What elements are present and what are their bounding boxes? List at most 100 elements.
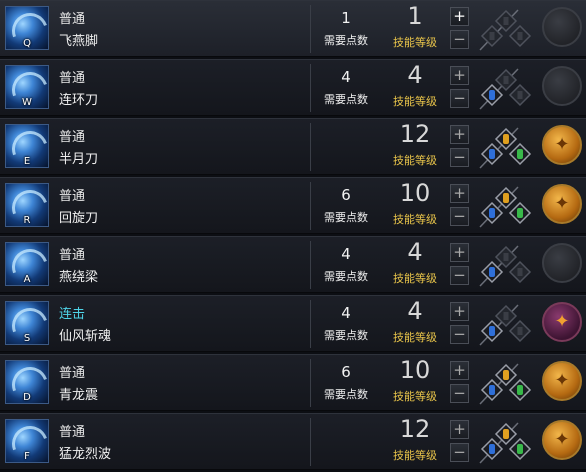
rune-2-icon[interactable] xyxy=(508,142,532,166)
skill-level-label: 技能等级 xyxy=(393,390,437,403)
skill-icon-banyuedao[interactable]: E xyxy=(5,124,49,168)
required-points: 4 xyxy=(341,304,351,322)
hotkey-label: E xyxy=(23,156,31,167)
special-slot[interactable]: ✦ xyxy=(542,184,582,224)
hotkey-label: Q xyxy=(23,38,31,49)
skill-type: 普通 xyxy=(59,71,86,86)
increase-level-button[interactable]: + xyxy=(450,361,469,380)
required-points-label: 需要点数 xyxy=(324,34,368,47)
required-points-label: 需要点数 xyxy=(324,211,368,224)
rune-selector[interactable] xyxy=(474,6,538,54)
skill-icon-feiyanjiao[interactable]: Q xyxy=(5,6,49,50)
required-points-label: 需要点数 xyxy=(324,93,368,106)
hotkey-label: A xyxy=(23,274,31,285)
skill-level-label: 技能等级 xyxy=(393,36,437,49)
skill-level-label: 技能等级 xyxy=(393,154,437,167)
rune-2-icon[interactable] xyxy=(508,378,532,402)
increase-level-button[interactable]: + xyxy=(450,66,469,85)
skill-icon-menglonglie[interactable]: F xyxy=(5,419,49,463)
skill-level: 12 xyxy=(399,415,431,443)
rune-path-line xyxy=(479,9,519,51)
increase-level-button[interactable]: + xyxy=(450,243,469,262)
rune-3-icon[interactable] xyxy=(494,186,518,210)
required-points: 6 xyxy=(341,363,351,381)
special-slot[interactable]: ✦ xyxy=(542,420,582,460)
increase-level-button[interactable]: + xyxy=(450,7,469,26)
rune-selector[interactable] xyxy=(474,124,538,172)
skill-row: W 普通 连环刀 4 需要点数 4 技能等级 + − xyxy=(0,59,586,116)
special-slot[interactable]: ✦ xyxy=(542,361,582,401)
rune-3-icon[interactable] xyxy=(494,9,518,33)
decrease-level-button[interactable]: − xyxy=(450,207,469,226)
required-points: 1 xyxy=(341,9,351,27)
skill-row: R 普通 回旋刀 6 需要点数 10 技能等级 + − ✦ xyxy=(0,177,586,234)
rune-2-icon[interactable] xyxy=(508,437,532,461)
decrease-level-button[interactable]: − xyxy=(450,148,469,167)
decrease-level-button[interactable]: − xyxy=(450,384,469,403)
increase-level-button[interactable]: + xyxy=(450,184,469,203)
rune-3-icon[interactable] xyxy=(494,422,518,446)
increase-level-button[interactable]: + xyxy=(450,420,469,439)
rune-selector[interactable] xyxy=(474,301,538,349)
skill-level-label: 技能等级 xyxy=(393,449,437,462)
column-divider xyxy=(310,359,311,407)
skill-row: D 普通 青龙震 6 需要点数 10 技能等级 + − ✦ xyxy=(0,354,586,411)
skill-level-label: 技能等级 xyxy=(393,331,437,344)
rune-path-line xyxy=(479,68,519,110)
rune-selector[interactable] xyxy=(474,419,538,467)
skill-icon-qinglongzhen[interactable]: D xyxy=(5,360,49,404)
special-slot[interactable] xyxy=(542,243,582,283)
skill-icon-huixuandao[interactable]: R xyxy=(5,183,49,227)
rune-3-icon[interactable] xyxy=(494,68,518,92)
decrease-level-button[interactable]: − xyxy=(450,30,469,49)
rune-2-icon[interactable] xyxy=(508,24,532,48)
skill-type: 普通 xyxy=(59,189,86,204)
required-points: 4 xyxy=(341,245,351,263)
rune-2-icon[interactable] xyxy=(508,260,532,284)
skill-type: 普通 xyxy=(59,366,86,381)
rune-3-icon[interactable] xyxy=(494,127,518,151)
increase-level-button[interactable]: + xyxy=(450,125,469,144)
skill-name: 连环刀 xyxy=(59,93,99,108)
rune-selector[interactable] xyxy=(474,65,538,113)
decrease-level-button[interactable]: − xyxy=(450,266,469,285)
rune-path-line xyxy=(479,422,519,464)
skill-name: 燕绕梁 xyxy=(59,270,99,285)
rune-2-icon[interactable] xyxy=(508,319,532,343)
hotkey-label: F xyxy=(24,451,30,462)
rune-selector[interactable] xyxy=(474,183,538,231)
rune-2-icon[interactable] xyxy=(508,83,532,107)
skill-list: Q 普通 飞燕脚 1 需要点数 1 技能等级 + − W 普通 连环刀 4 需要点数 4 技能等级 + − E 普通半… xyxy=(0,0,586,472)
skill-level: 1 xyxy=(407,2,423,30)
rune-selector[interactable] xyxy=(474,242,538,290)
rune-selector[interactable] xyxy=(474,360,538,408)
skill-level: 10 xyxy=(399,356,431,384)
decrease-level-button[interactable]: − xyxy=(450,325,469,344)
rune-path-line xyxy=(479,363,519,405)
rune-3-icon[interactable] xyxy=(494,363,518,387)
skill-type: 普通 xyxy=(59,248,86,263)
rune-2-icon[interactable] xyxy=(508,201,532,225)
skill-icon-lianhuandao[interactable]: W xyxy=(5,65,49,109)
decrease-level-button[interactable]: − xyxy=(450,89,469,108)
skill-type: 连击 xyxy=(59,307,86,322)
rune-3-icon[interactable] xyxy=(494,245,518,269)
special-slot[interactable] xyxy=(542,7,582,47)
hotkey-label: S xyxy=(23,333,31,344)
emblem-icon: ✦ xyxy=(554,193,570,214)
column-divider xyxy=(310,241,311,289)
special-slot[interactable]: ✦ xyxy=(542,125,582,165)
skill-level: 12 xyxy=(399,120,431,148)
rune-path-line xyxy=(479,186,519,228)
skill-type: 普通 xyxy=(59,130,86,145)
special-slot[interactable] xyxy=(542,66,582,106)
special-slot[interactable]: ✦ xyxy=(542,302,582,342)
skill-name: 半月刀 xyxy=(59,152,99,167)
skill-level-label: 技能等级 xyxy=(393,272,437,285)
rune-3-icon[interactable] xyxy=(494,304,518,328)
skill-icon-xianfengzhanhun[interactable]: S xyxy=(5,301,49,345)
rune-path-line xyxy=(479,304,519,346)
decrease-level-button[interactable]: − xyxy=(450,443,469,462)
increase-level-button[interactable]: + xyxy=(450,302,469,321)
skill-icon-yanraoliang[interactable]: A xyxy=(5,242,49,286)
